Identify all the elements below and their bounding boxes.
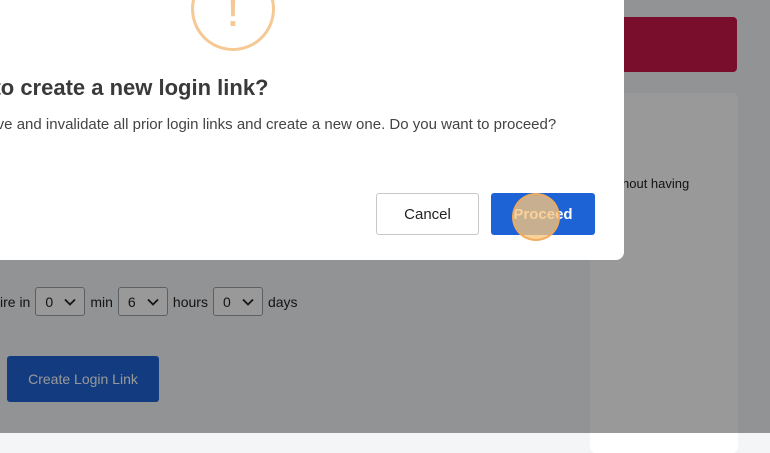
proceed-button[interactable]: Proceed <box>491 193 595 235</box>
dialog-message: nove and invalidate all prior login link… <box>0 116 557 133</box>
warning-icon: ! <box>191 0 275 51</box>
dialog-title: t to create a new login link? <box>0 75 269 100</box>
confirm-dialog: ! t to create a new login link? nove and… <box>0 0 624 260</box>
cancel-button[interactable]: Cancel <box>376 193 479 235</box>
